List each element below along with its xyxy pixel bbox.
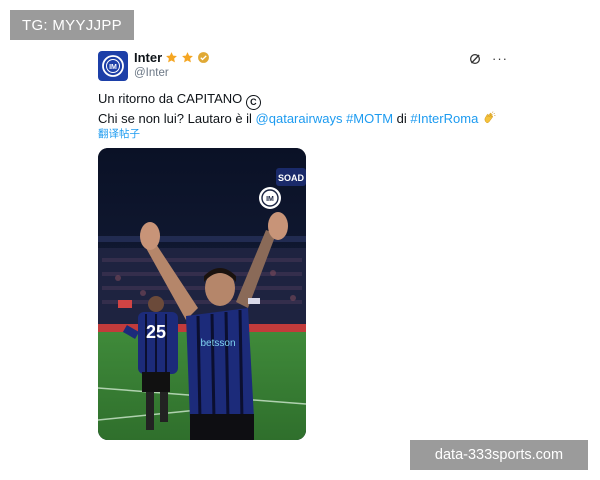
translate-post-link[interactable]: 翻译帖子 (98, 126, 140, 141)
watermark-top: TG: MYYJJPP (10, 10, 134, 40)
svg-text:IM: IM (266, 196, 274, 203)
tweet-text: Un ritorno da CAPITANO C Chi se non lui?… (98, 90, 512, 127)
captain-symbol: C (245, 95, 261, 110)
tweet-actions: ··· (468, 52, 508, 66)
verified-badge-icon (198, 52, 210, 63)
clapping-hands-icon (484, 111, 496, 124)
star-icon (166, 52, 178, 63)
tweet-text-connector: di (393, 111, 411, 126)
author-name-row: Inter (134, 50, 210, 65)
svg-text:IM: IM (109, 64, 117, 71)
teammate-number: 25 (146, 322, 166, 342)
hashtag-motm-link[interactable]: #MOTM (346, 111, 393, 126)
tweet-text-line1: Un ritorno da CAPITANO (98, 91, 243, 106)
hashtag-match-link[interactable]: #InterRoma (410, 111, 478, 126)
broadcast-logo-text: SOAD (278, 173, 305, 183)
star-icon (182, 52, 194, 63)
inter-logo-icon: IM (102, 55, 124, 77)
jersey-sponsor-text: betsson (200, 338, 235, 349)
celebration-photo: SOAD IM 25 betsson (98, 148, 306, 440)
mention-link[interactable]: @qatarairways (256, 111, 343, 126)
author-handle[interactable]: @Inter (134, 67, 169, 79)
grok-icon[interactable] (468, 52, 482, 66)
author-name[interactable]: Inter (134, 50, 162, 65)
tweet-media-image[interactable]: SOAD IM 25 betsson (98, 148, 306, 440)
avatar[interactable]: IM (98, 51, 128, 81)
tweet-text-line2: Chi se non lui? Lautaro è il (98, 111, 256, 126)
watermark-bottom: data-333sports.com (410, 440, 588, 470)
more-options-button[interactable]: ··· (492, 52, 508, 65)
